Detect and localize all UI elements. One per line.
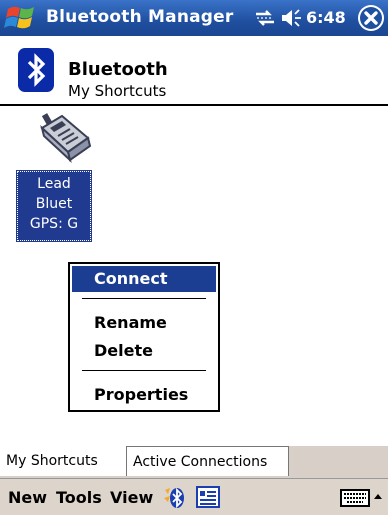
- new-menu[interactable]: New: [8, 488, 47, 507]
- tab-active-connections[interactable]: Active Connections: [127, 446, 289, 476]
- context-menu: Connect Rename Delete Properties: [68, 262, 220, 412]
- bluetooth-logo-icon: [18, 48, 54, 92]
- windows-start-icon[interactable]: [4, 3, 38, 33]
- menu-bar: New Tools View: [0, 478, 388, 515]
- shortcut-label-line: Lead: [37, 176, 71, 192]
- shortcut-label-line: Bluet: [35, 196, 73, 212]
- menu-separator: [82, 298, 206, 299]
- contacts-icon[interactable]: [196, 486, 220, 508]
- page-header: Bluetooth My Shortcuts: [0, 36, 388, 104]
- keyboard-icon[interactable]: [340, 488, 370, 508]
- sip-arrow-icon[interactable]: [372, 489, 384, 505]
- app-title: Bluetooth Manager: [46, 7, 234, 27]
- speaker-icon[interactable]: [280, 8, 304, 28]
- view-menu[interactable]: View: [110, 488, 153, 507]
- close-button[interactable]: [358, 5, 384, 31]
- page-title: Bluetooth: [68, 59, 168, 80]
- bluetooth-icon[interactable]: [162, 486, 186, 510]
- menu-item-delete[interactable]: Delete: [72, 338, 216, 364]
- connectivity-icon[interactable]: [254, 8, 276, 28]
- menu-item-rename[interactable]: Rename: [72, 310, 216, 336]
- page-subtitle: My Shortcuts: [68, 82, 167, 100]
- shortcut-label-line: GPS: G: [29, 216, 79, 232]
- menu-item-connect[interactable]: Connect: [72, 266, 216, 292]
- close-icon: [360, 7, 382, 29]
- tab-my-shortcuts[interactable]: My Shortcuts: [0, 446, 127, 476]
- shortcuts-panel: Lead Bluet GPS: G Connect Rename Delete …: [0, 106, 388, 446]
- tools-menu[interactable]: Tools: [56, 488, 102, 507]
- shortcut-label[interactable]: Lead Bluet GPS: G: [16, 170, 92, 242]
- gps-device-icon[interactable]: [36, 110, 96, 166]
- menu-separator: [82, 370, 206, 371]
- title-bar: Bluetooth Manager 6:48: [0, 0, 388, 36]
- menu-item-properties[interactable]: Properties: [72, 382, 216, 408]
- clock[interactable]: 6:48: [306, 8, 346, 27]
